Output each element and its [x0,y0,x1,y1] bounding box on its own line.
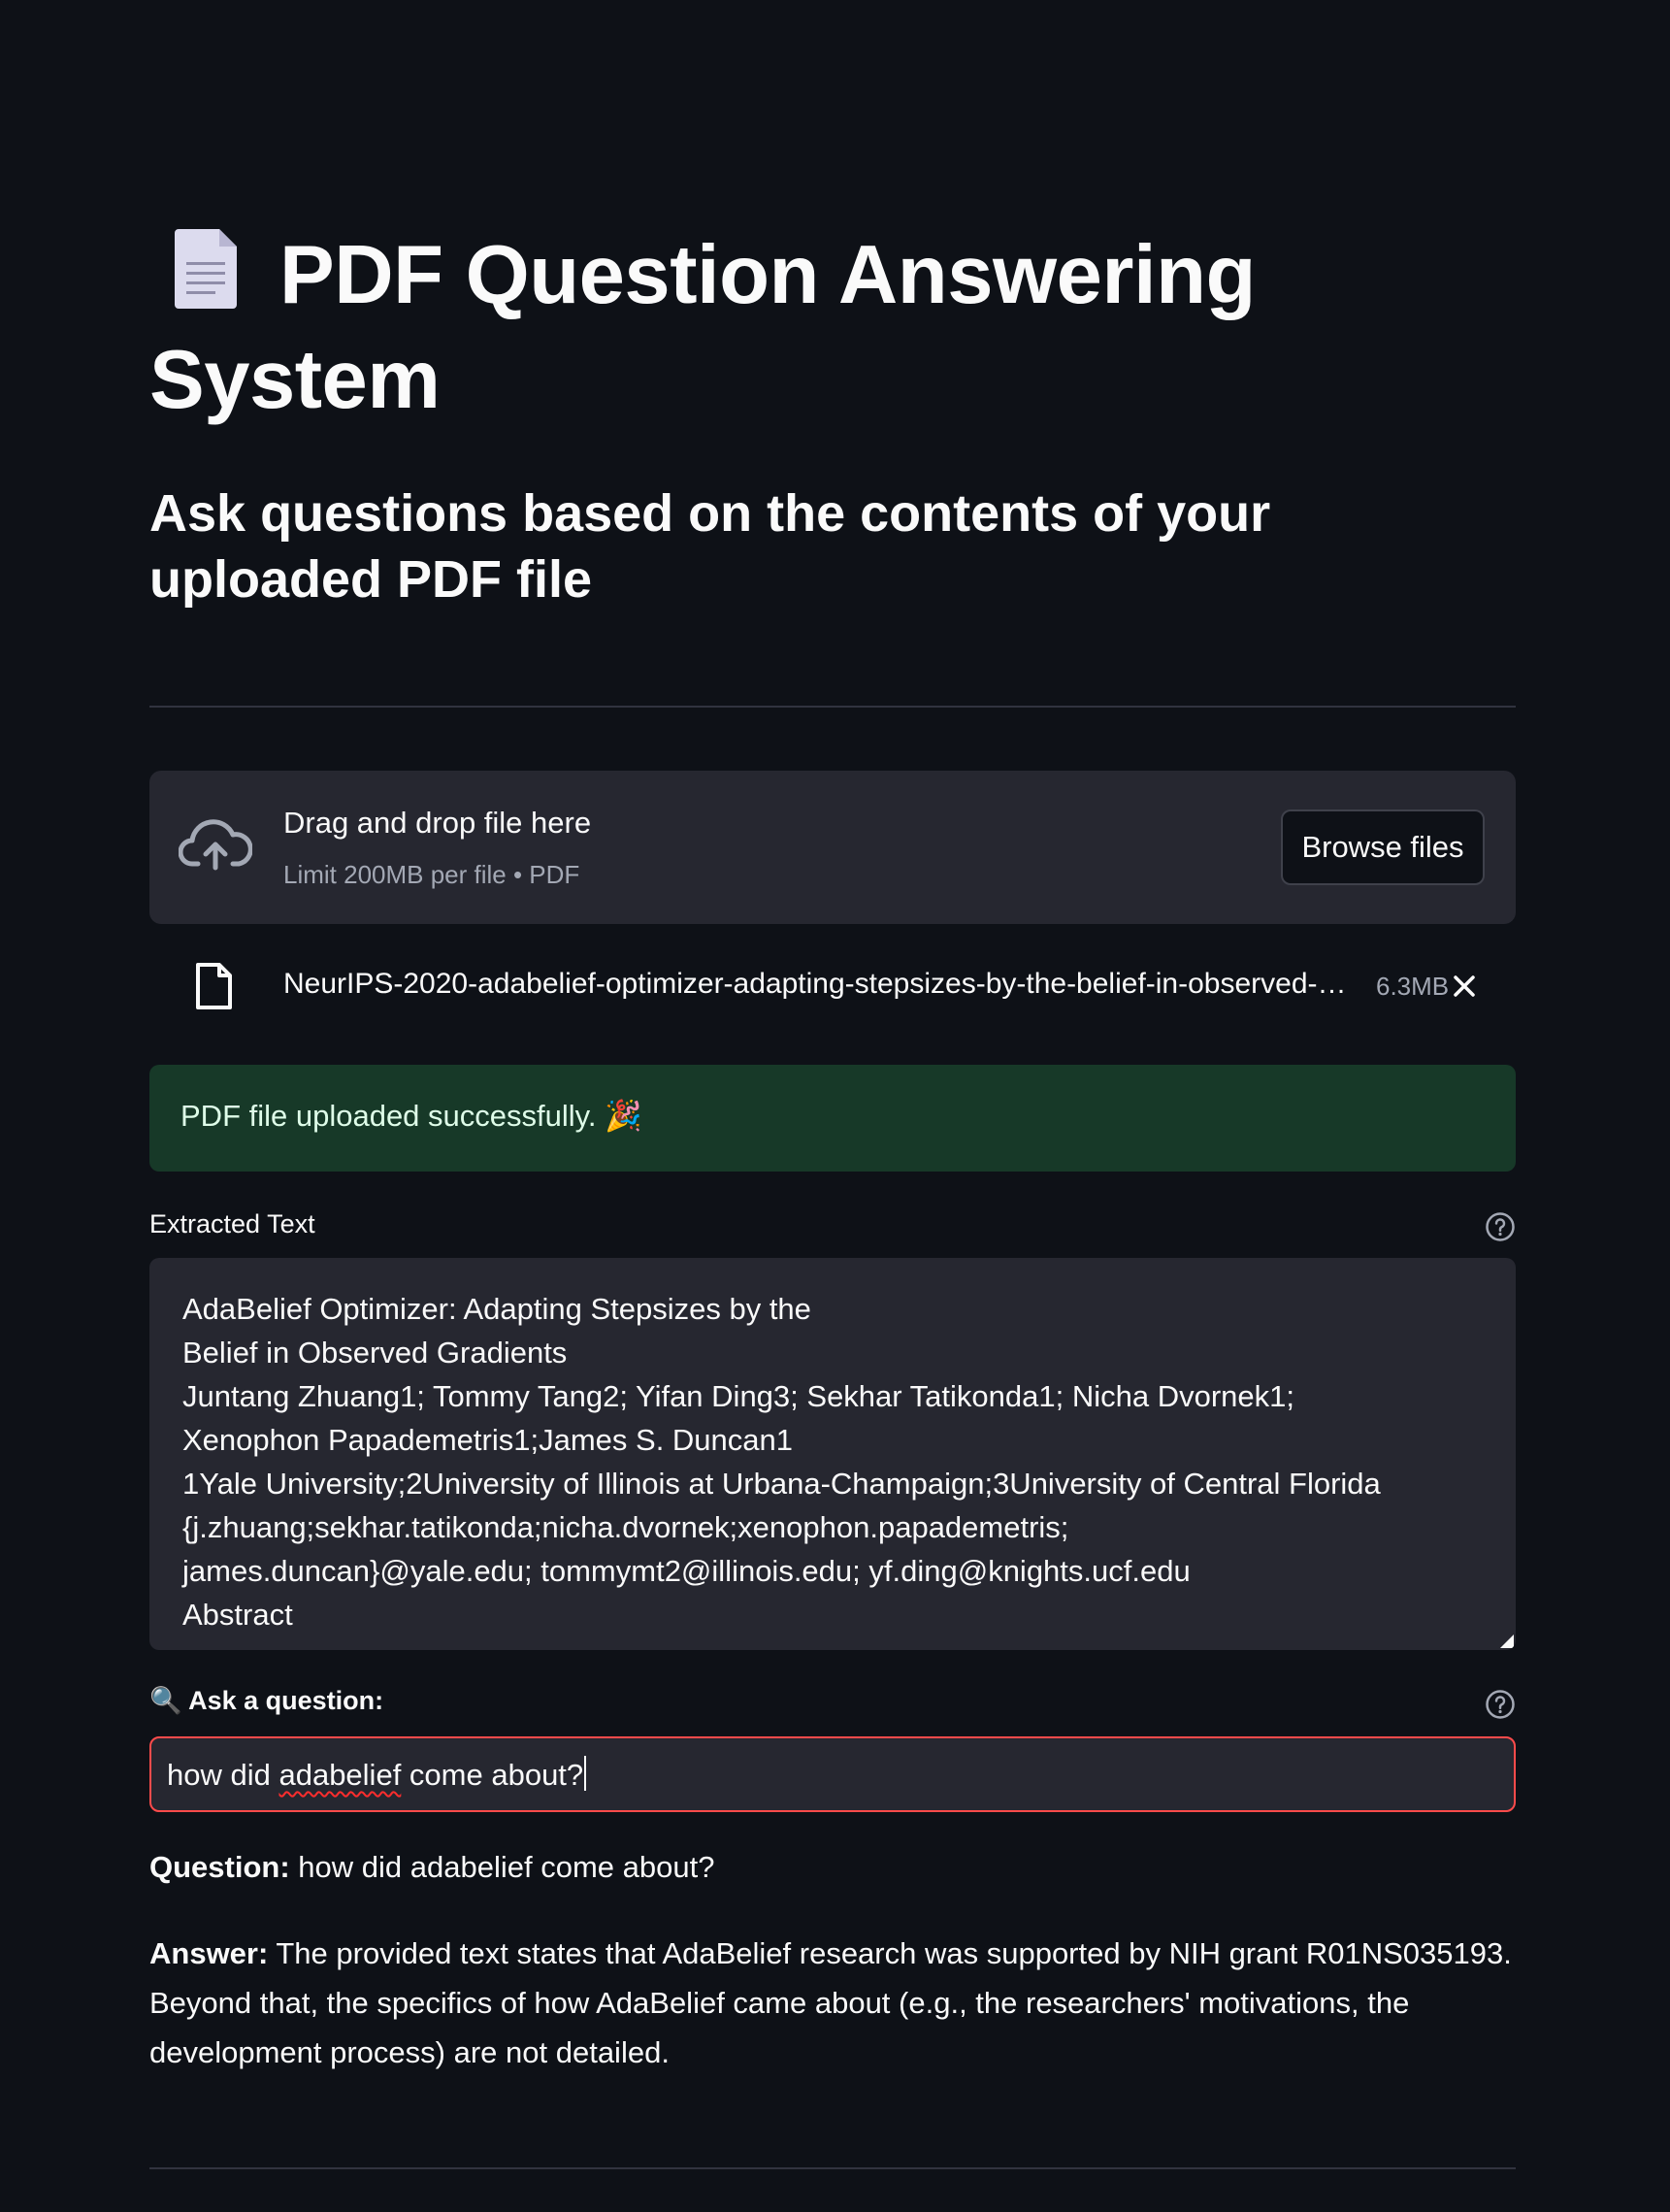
uploaded-file-row: NeurIPS-2020-adabelief-optimizer-adaptin… [149,946,1516,1024]
help-icon[interactable] [1485,1689,1516,1720]
page-title-text: PDF Question Answering System [149,229,1256,426]
qa-answer: Answer: The provided text states that Ad… [149,1929,1516,2077]
page-title: PDF Question Answering System [149,223,1516,433]
question-input[interactable]: how did adabelief come about? [149,1736,1516,1812]
question-label-text: Ask a question: [188,1686,384,1715]
misspelled-word: adabelief [278,1758,402,1792]
qa-question: Question: how did adabelief come about? [149,1848,1516,1887]
help-icon[interactable] [1485,1211,1516,1242]
divider-bottom [149,2167,1516,2169]
extracted-text-area[interactable]: AdaBelief Optimizer: Adapting Stepsizes … [149,1258,1516,1650]
magnifying-glass-icon: 🔍 [149,1686,182,1715]
extracted-text-label: Extracted Text [149,1209,315,1238]
page-facing-up-icon [175,229,237,309]
dropzone-limit: Limit 200MB per file • PDF [283,860,580,889]
page-subtitle: Ask questions based on the contents of y… [149,484,1271,609]
answer-heading: Answer: [149,1936,269,1970]
question-label: 🔍 Ask a question: [149,1685,383,1716]
resize-handle-icon[interactable] [1500,1634,1514,1648]
question-input-value: how did adabelief come about? [167,1756,587,1793]
extracted-text-content: AdaBelief Optimizer: Adapting Stepsizes … [182,1292,1381,1632]
file-dropzone[interactable]: Drag and drop file here Limit 200MB per … [149,771,1516,924]
question-heading: Question: [149,1850,290,1884]
text-caret [584,1756,587,1791]
question-text: how did adabelief come about? [298,1850,715,1884]
divider-top [149,706,1516,708]
success-alert: PDF file uploaded successfully. 🎉 [149,1065,1516,1172]
browse-files-button[interactable]: Browse files [1281,809,1485,885]
success-alert-text: PDF file uploaded successfully. 🎉 [180,1099,642,1133]
uploaded-file-size: 6.3MB [1376,972,1450,1001]
uploaded-file-name: NeurIPS-2020-adabelief-optimizer-adaptin… [283,968,1347,1000]
file-icon [196,963,232,1009]
answer-text: The provided text states that AdaBelief … [149,1936,1512,2069]
cloud-upload-icon [179,819,252,871]
dropzone-title: Drag and drop file here [283,806,592,840]
close-icon[interactable] [1448,970,1481,1003]
